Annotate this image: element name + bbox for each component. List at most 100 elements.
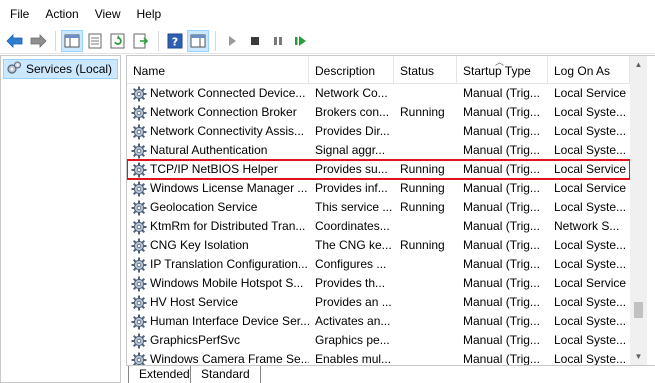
service-startup-type: Manual (Trig...	[463, 200, 540, 214]
tree-item-label: Services (Local)	[26, 62, 113, 76]
service-row[interactable]: Windows Mobile Hotspot S... Provides th..…	[127, 274, 630, 293]
service-log-on-as: Local Service	[554, 276, 627, 290]
services-list: Network Connected Device... Network Co...…	[127, 84, 631, 365]
service-description: This service ...	[315, 200, 393, 214]
column-header-name[interactable]: Name	[127, 56, 309, 84]
service-gear-icon	[131, 333, 147, 349]
service-status	[394, 293, 457, 312]
pause-service-icon[interactable]	[267, 30, 289, 52]
service-gear-icon	[131, 200, 147, 216]
action-pane-icon[interactable]	[187, 29, 209, 52]
column-header-log-on-as[interactable]: Log On As	[548, 56, 630, 84]
menu-help[interactable]: Help	[131, 0, 168, 28]
column-header-startup-type[interactable]: ︿ Startup Type	[457, 56, 548, 84]
service-log-on-as: Local Service	[554, 162, 627, 176]
service-startup-type: Manual (Trig...	[463, 86, 540, 100]
service-row[interactable]: IP Translation Configuration... Configure…	[127, 255, 630, 274]
service-name-cell: HV Host Service	[127, 293, 309, 312]
tab-extended[interactable]: Extended	[128, 366, 200, 383]
service-name: GraphicsPerfSvc	[150, 333, 241, 347]
service-name-cell: Natural Authentication	[127, 141, 309, 160]
tab-standard[interactable]: Standard	[190, 366, 261, 383]
service-name-cell: Network Connectivity Assis...	[127, 122, 309, 141]
service-row[interactable]: Windows Camera Frame Se... Enables mul...…	[127, 350, 630, 365]
tree-item-services-local[interactable]: Services (Local)	[3, 59, 118, 79]
service-startup-type: Manual (Trig...	[463, 352, 540, 365]
service-row[interactable]: GraphicsPerfSvc Graphics pe... Manual (Tri…	[127, 331, 630, 350]
service-row[interactable]: CNG Key Isolation The CNG ke... Running Man…	[127, 236, 630, 255]
service-gear-icon	[131, 276, 147, 292]
service-log-on-as: Local Syste...	[554, 295, 627, 309]
vertical-scrollbar[interactable]: ▲ ▼	[630, 56, 647, 365]
service-name: Geolocation Service	[150, 200, 258, 214]
service-row-highlighted[interactable]: TCP/IP NetBIOS Helper Provides su... Runni…	[127, 159, 631, 180]
service-log-on-as: Local Syste...	[554, 124, 627, 138]
menu-view[interactable]: View	[89, 0, 127, 28]
service-row[interactable]: Geolocation Service This service ... Runni…	[127, 198, 630, 217]
refresh-icon[interactable]	[107, 30, 129, 52]
service-name-cell: Human Interface Device Ser...	[127, 312, 309, 331]
service-gear-icon	[131, 105, 147, 121]
service-description: Provides an ...	[315, 295, 392, 309]
service-description: Activates an...	[315, 314, 391, 328]
service-name-cell: Network Connected Device...	[127, 84, 309, 103]
services-list-pane: Name Description Status ︿ Startup Type L…	[126, 55, 655, 365]
service-startup-type: Manual (Trig...	[463, 181, 540, 195]
console-tree-icon[interactable]	[61, 29, 83, 52]
service-startup-type: Manual (Trig...	[463, 238, 540, 252]
service-log-on-as: Local Syste...	[554, 105, 627, 119]
start-service-icon[interactable]	[221, 30, 243, 52]
column-header-description[interactable]: Description	[309, 56, 394, 84]
service-status: Running	[400, 105, 445, 119]
service-startup-type: Manual (Trig...	[463, 105, 540, 119]
service-name: Network Connected Device...	[150, 86, 306, 100]
service-description: Provides su...	[315, 162, 388, 176]
properties-icon[interactable]	[84, 30, 106, 52]
service-row[interactable]: Network Connection Broker Brokers con... R…	[127, 103, 630, 122]
toolbar: ?	[0, 28, 655, 54]
service-description: Coordinates...	[315, 219, 390, 233]
menu-bar: File Action View Help	[0, 0, 655, 28]
service-status: Running	[400, 181, 445, 195]
menu-file[interactable]: File	[4, 0, 35, 28]
service-status	[394, 255, 457, 274]
service-row[interactable]: Windows License Manager ... Provides inf.…	[127, 179, 630, 198]
service-status	[394, 312, 457, 331]
scrollbar-thumb[interactable]	[634, 302, 643, 318]
service-gear-icon	[131, 295, 147, 311]
forward-arrow-icon[interactable]	[27, 30, 49, 52]
service-status	[394, 141, 457, 160]
service-name: Network Connection Broker	[150, 105, 297, 119]
service-description: Network Co...	[315, 86, 388, 100]
service-row[interactable]: Network Connectivity Assis... Provides Di…	[127, 122, 630, 141]
service-name: Windows Mobile Hotspot S...	[150, 276, 304, 290]
service-row[interactable]: Natural Authentication Signal aggr... Manu…	[127, 141, 630, 160]
help-icon[interactable]: ?	[164, 30, 186, 52]
service-name-cell: Windows Mobile Hotspot S...	[127, 274, 309, 293]
service-row[interactable]: HV Host Service Provides an ... Manual (Tr…	[127, 293, 630, 312]
service-status	[394, 274, 457, 293]
scroll-up-arrow-icon[interactable]: ▲	[630, 56, 647, 73]
console-tree-pane: Services (Local)	[0, 55, 121, 383]
menu-action[interactable]: Action	[39, 0, 84, 28]
service-startup-type: Manual (Trig...	[463, 276, 540, 290]
service-name-cell: TCP/IP NetBIOS Helper	[127, 160, 309, 179]
service-description: Enables mul...	[315, 352, 392, 365]
column-header-status[interactable]: Status	[394, 56, 457, 84]
back-arrow-icon[interactable]	[4, 30, 26, 52]
service-gear-icon	[131, 238, 147, 254]
restart-service-icon[interactable]	[290, 30, 312, 52]
service-description: Configures ...	[315, 257, 387, 271]
service-name: IP Translation Configuration...	[150, 257, 308, 271]
service-row[interactable]: Human Interface Device Ser... Activates a…	[127, 312, 630, 331]
export-list-icon[interactable]	[130, 30, 152, 52]
service-log-on-as: Local Syste...	[554, 333, 627, 347]
toolbar-separator	[158, 30, 159, 51]
stop-service-icon[interactable]	[244, 30, 266, 52]
service-row[interactable]: KtmRm for Distributed Tran... Coordinates…	[127, 217, 630, 236]
service-startup-type: Manual (Trig...	[463, 314, 540, 328]
service-log-on-as: Local Service	[554, 181, 627, 195]
service-name: KtmRm for Distributed Tran...	[150, 219, 306, 233]
service-row[interactable]: Network Connected Device... Network Co...…	[127, 84, 630, 103]
scroll-down-arrow-icon[interactable]: ▼	[630, 348, 647, 365]
